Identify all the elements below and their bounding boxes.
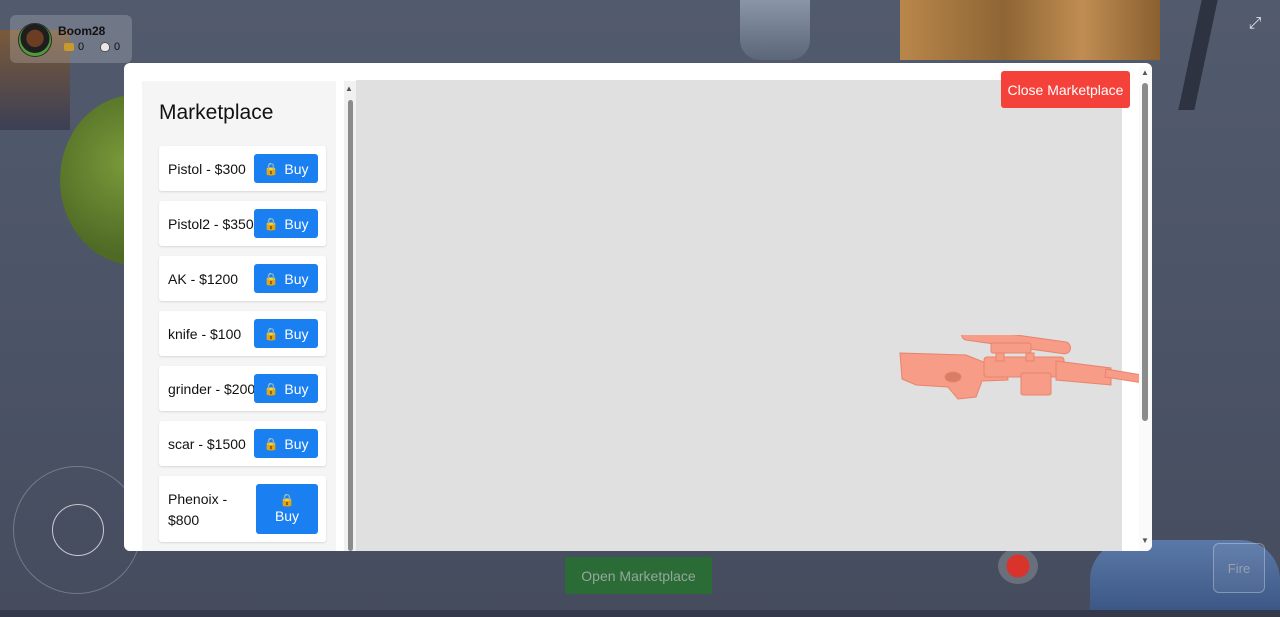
lock-icon: 🔒 — [263, 161, 279, 176]
buy-button[interactable]: 🔒 Buy — [254, 319, 318, 348]
list-item: Pistol - $300 🔒 Buy — [159, 146, 326, 191]
marketplace-title: Marketplace — [159, 101, 274, 124]
item-label-line2: $800 — [168, 512, 200, 528]
lock-icon: 🔒 — [279, 493, 295, 507]
sniper-rifle-icon — [899, 335, 1152, 400]
sidebar-scroll-up-icon[interactable]: ▲ — [345, 84, 353, 93]
gun-stat: 0 — [64, 41, 84, 53]
sidebar-scroll-thumb[interactable] — [348, 100, 353, 551]
list-item: Pistol2 - $350 🔒 Buy — [159, 201, 326, 246]
item-label: Pistol - $300 — [168, 161, 246, 177]
weapon-preview[interactable] — [356, 80, 1152, 551]
fire-button[interactable]: Fire — [1213, 543, 1265, 593]
pole — [1178, 0, 1218, 110]
buy-button[interactable]: 🔒 Buy — [254, 374, 318, 403]
list-item: Phenoix - $800 🔒 Buy — [159, 476, 326, 542]
item-label: Pistol2 - $350 — [168, 216, 254, 232]
lock-icon: 🔒 — [263, 381, 279, 396]
buy-button[interactable]: 🔒 Buy — [256, 484, 318, 534]
lock-icon: 🔒 — [263, 271, 279, 286]
gun-icon — [64, 43, 74, 51]
red-button-prop — [998, 548, 1038, 584]
item-label: AK - $1200 — [168, 271, 239, 287]
kill-stat: 0 — [100, 41, 120, 53]
buy-button[interactable]: 🔒 Buy — [254, 209, 318, 238]
list-item: grinder - $200 🔒 Buy — [159, 366, 326, 411]
item-label: scar - $1500 — [168, 436, 246, 452]
water-tower — [740, 0, 810, 60]
lock-icon: 🔒 — [263, 326, 279, 341]
buy-button[interactable]: 🔒 Buy — [254, 154, 318, 183]
buy-button[interactable]: 🔒 Buy — [254, 429, 318, 458]
list-item: scar - $1500 🔒 Buy — [159, 421, 326, 466]
joystick-knob[interactable] — [52, 504, 104, 556]
kill-count: 0 — [114, 41, 121, 53]
avatar — [18, 23, 52, 57]
ground-strip — [0, 610, 1280, 617]
close-marketplace-button[interactable]: Close Marketplace — [1001, 71, 1130, 108]
modal-scroll-thumb[interactable] — [1142, 83, 1148, 421]
modal-scroll-up-icon[interactable]: ▲ — [1141, 68, 1149, 77]
item-label: knife - $100 — [168, 326, 242, 342]
marketplace-modal: Marketplace Pistol - $300 🔒 Buy Pistol2 … — [124, 63, 1152, 551]
crates-stack — [900, 0, 1160, 60]
lock-icon: 🔒 — [263, 436, 279, 451]
player-name: Boom28 — [58, 24, 106, 38]
buy-button[interactable]: 🔒 Buy — [254, 264, 318, 293]
gun-count: 0 — [78, 41, 85, 53]
player-card: Boom28 0 0 — [10, 15, 132, 63]
lock-icon: 🔒 — [263, 216, 279, 231]
modal-scroll-down-icon[interactable]: ▼ — [1141, 536, 1149, 545]
item-label-line1: Phenoix - — [168, 491, 228, 507]
list-item: knife - $100 🔒 Buy — [159, 311, 326, 356]
open-marketplace-button[interactable]: Open Marketplace — [565, 557, 712, 594]
item-label: grinder - $200 — [168, 381, 256, 397]
marketplace-sidebar: Marketplace Pistol - $300 🔒 Buy Pistol2 … — [142, 81, 336, 551]
list-item: AK - $1200 🔒 Buy — [159, 256, 326, 301]
skull-icon — [100, 42, 110, 52]
fullscreen-icon[interactable]: ⤢ — [1246, 15, 1264, 33]
